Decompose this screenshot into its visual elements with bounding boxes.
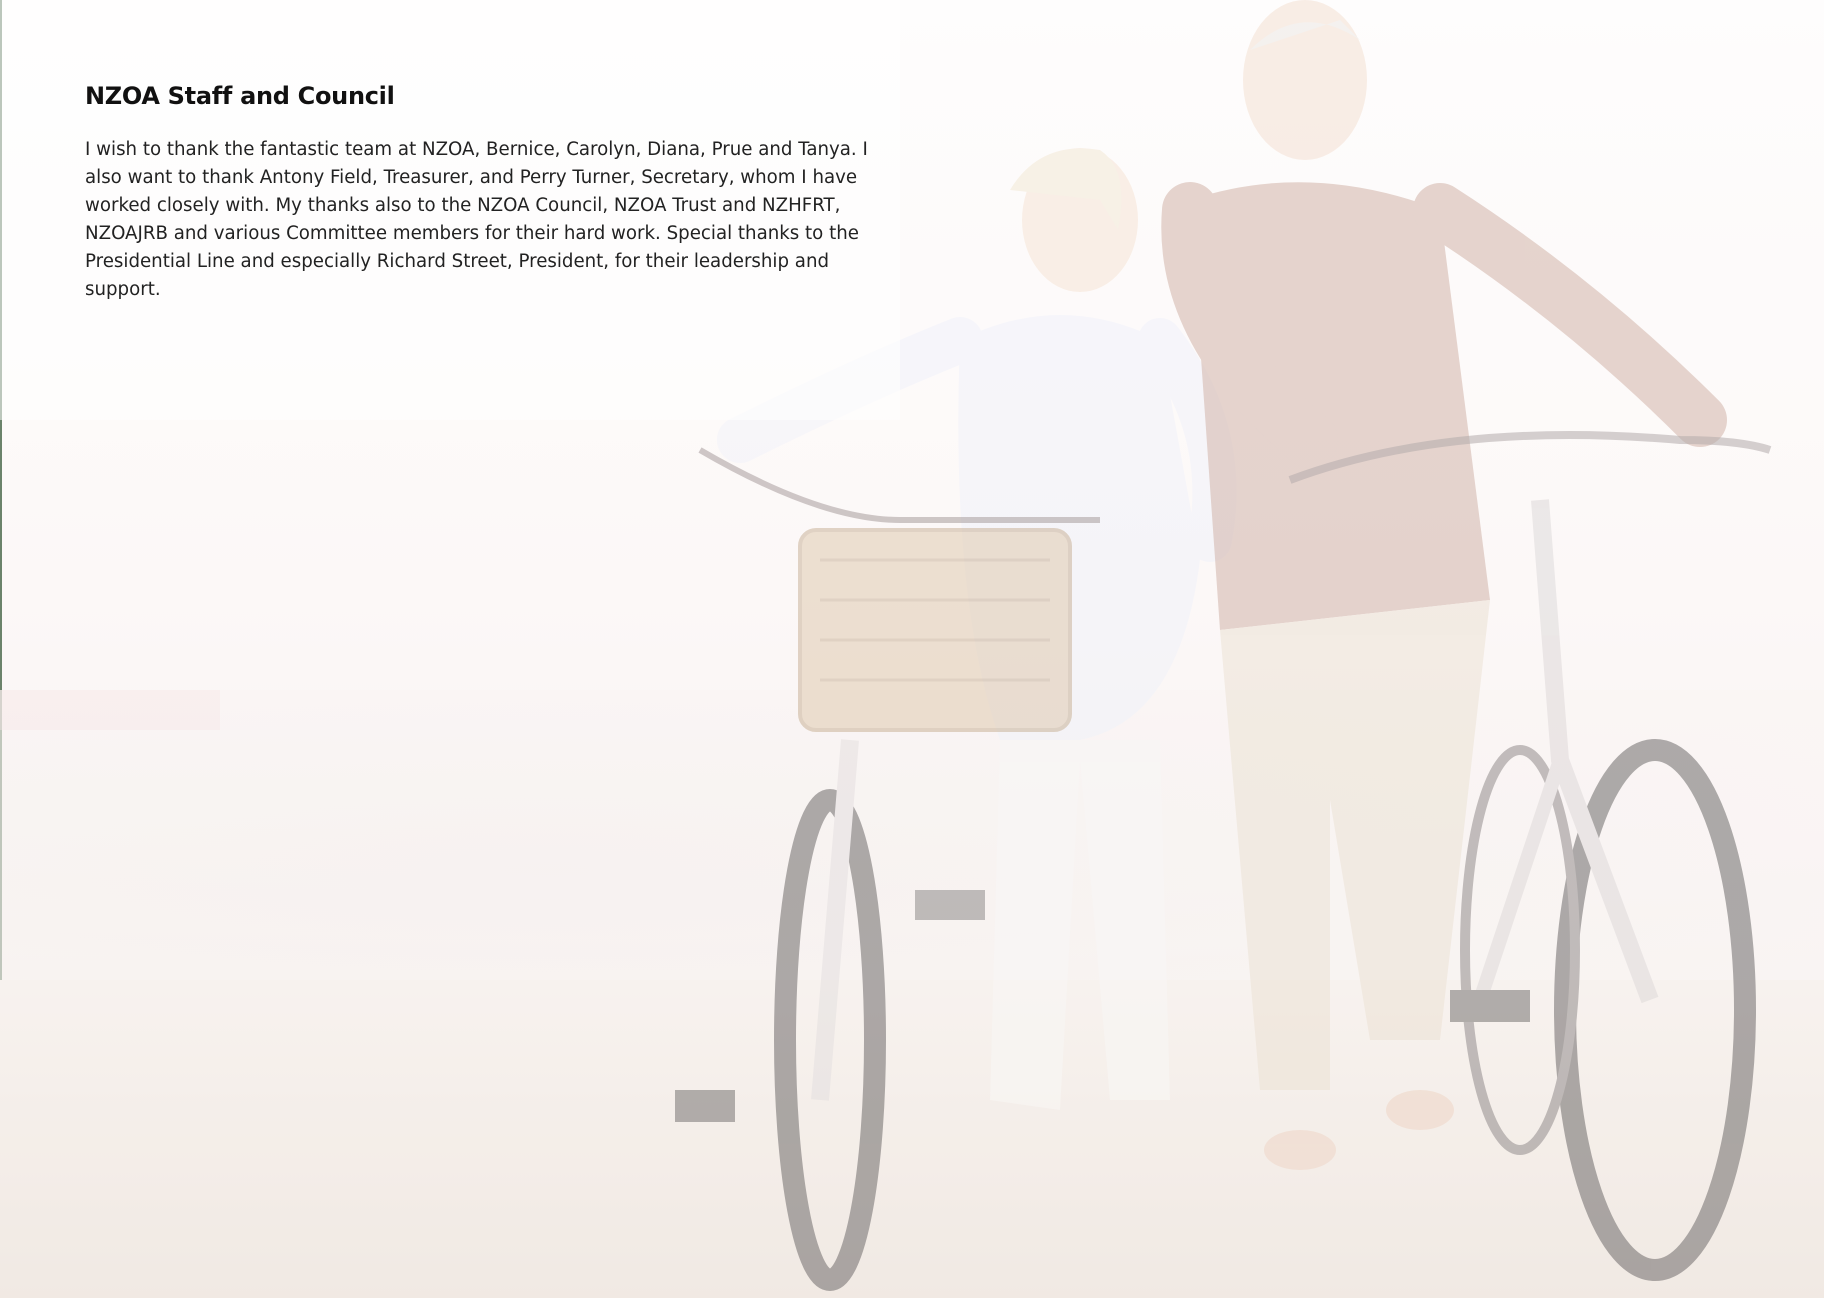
text-section: NZOA Staff and Council I wish to thank t… bbox=[85, 82, 875, 304]
section-heading: NZOA Staff and Council bbox=[85, 82, 395, 110]
report-page: NZOA Staff and Council I wish to thank t… bbox=[0, 0, 1824, 1298]
section-paragraph: I wish to thank the fantastic team at NZ… bbox=[85, 139, 868, 300]
